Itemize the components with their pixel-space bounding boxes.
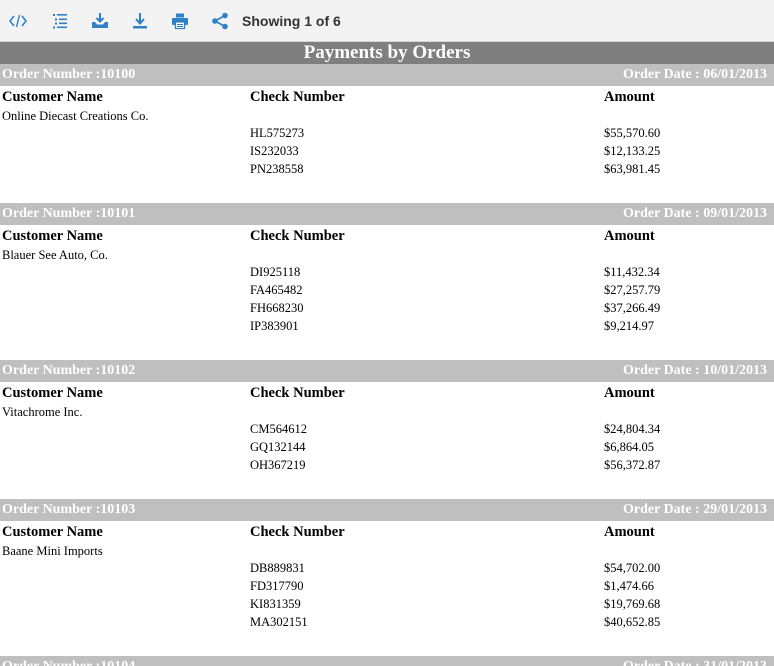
payment-amount: $24,804.34 bbox=[604, 422, 661, 436]
report-body[interactable]: Payments by Orders Order Number :10100 Or… bbox=[0, 42, 774, 666]
check-number: HL575273 bbox=[250, 126, 305, 140]
order-number: Order Number :10101 bbox=[2, 206, 136, 221]
order-header-bar: Order Number :10102 Order Date : 10/01/20… bbox=[0, 360, 774, 382]
payment-amount: $54,702.00 bbox=[604, 561, 661, 575]
code-icon bbox=[8, 14, 28, 28]
check-number: DB889831 bbox=[250, 561, 305, 575]
order-header-bar: Order Number :10103 Order Date : 29/01/20… bbox=[0, 499, 774, 521]
payment-amount: $19,769.68 bbox=[604, 597, 661, 611]
export-button[interactable] bbox=[87, 8, 113, 34]
order-header-bar: Order Number :10100 Order Date : 06/01/20… bbox=[0, 64, 774, 86]
customer-name-header: Customer Name bbox=[2, 228, 103, 244]
payment-amount: $12,133.25 bbox=[604, 144, 661, 158]
payment-amount: $40,652.85 bbox=[604, 615, 661, 629]
download-icon bbox=[133, 13, 147, 29]
payment-amount: $55,570.60 bbox=[604, 126, 661, 140]
share-icon bbox=[212, 12, 228, 30]
check-number-header: Check Number bbox=[250, 385, 345, 401]
check-number-header: Check Number bbox=[250, 228, 345, 244]
page-status: Showing 1 of 6 bbox=[242, 13, 341, 29]
print-button[interactable] bbox=[167, 8, 193, 34]
payment-amount: $9,214.97 bbox=[604, 319, 654, 333]
order-header-bar: Order Number :10104 Order Date : 31/01/20… bbox=[0, 656, 774, 666]
amount-header: Amount bbox=[604, 228, 655, 244]
check-number-header: Check Number bbox=[250, 89, 345, 105]
customer-name-header: Customer Name bbox=[2, 524, 103, 540]
amount-header: Amount bbox=[604, 89, 655, 105]
check-number: FH668230 bbox=[250, 301, 304, 315]
amount-header: Amount bbox=[604, 385, 655, 401]
order-date: Order Date : 29/01/2013 bbox=[623, 502, 767, 517]
order-date: Order Date : 10/01/2013 bbox=[623, 363, 767, 378]
payment-amount: $37,266.49 bbox=[604, 301, 661, 315]
payment-amount: $11,432.34 bbox=[604, 265, 660, 279]
customer-name: Vitachrome Inc. bbox=[2, 405, 83, 419]
list-icon bbox=[53, 14, 67, 29]
order-number: Order Number :10100 bbox=[2, 67, 136, 82]
share-button[interactable] bbox=[207, 8, 233, 34]
printer-icon bbox=[172, 13, 188, 30]
report-title: Payments by Orders bbox=[0, 42, 774, 64]
payment-amount: $6,864.05 bbox=[604, 440, 654, 454]
code-view-button[interactable] bbox=[5, 8, 31, 34]
check-number: FA465482 bbox=[250, 283, 303, 297]
payment-amount: $63,981.45 bbox=[604, 162, 661, 176]
customer-name-header: Customer Name bbox=[2, 89, 103, 105]
table-of-contents-button[interactable] bbox=[47, 8, 73, 34]
customer-name: Baane Mini Imports bbox=[2, 544, 103, 558]
payment-amount: $27,257.79 bbox=[604, 283, 661, 297]
order-date: Order Date : 31/01/2013 bbox=[623, 656, 767, 666]
check-number: MA302151 bbox=[250, 615, 308, 629]
customer-name: Online Diecast Creations Co. bbox=[2, 109, 149, 123]
check-number: GQ132144 bbox=[250, 440, 306, 454]
export-icon bbox=[92, 13, 108, 28]
customer-name-header: Customer Name bbox=[2, 385, 103, 401]
check-number: CM564612 bbox=[250, 422, 307, 436]
report-toolbar: Showing 1 of 6 bbox=[0, 0, 774, 42]
order-number: Order Number :10103 bbox=[2, 502, 136, 517]
check-number: DI925118 bbox=[250, 265, 301, 279]
check-number: KI831359 bbox=[250, 597, 301, 611]
order-header-bar: Order Number :10101 Order Date : 09/01/20… bbox=[0, 203, 774, 225]
check-number: OH367219 bbox=[250, 458, 306, 472]
customer-name: Blauer See Auto, Co. bbox=[2, 248, 108, 262]
check-number: PN238558 bbox=[250, 162, 304, 176]
check-number: IS232033 bbox=[250, 144, 299, 158]
order-number: Order Number :10102 bbox=[2, 363, 136, 378]
check-number: FD317790 bbox=[250, 579, 304, 593]
payment-amount: $56,372.87 bbox=[604, 458, 661, 472]
amount-header: Amount bbox=[604, 524, 655, 540]
check-number: IP383901 bbox=[250, 319, 299, 333]
check-number-header: Check Number bbox=[250, 524, 345, 540]
payment-amount: $1,474.66 bbox=[604, 579, 654, 593]
order-date: Order Date : 06/01/2013 bbox=[623, 67, 767, 82]
order-date: Order Date : 09/01/2013 bbox=[623, 206, 767, 221]
order-number: Order Number :10104 bbox=[2, 656, 135, 666]
download-button[interactable] bbox=[127, 8, 153, 34]
